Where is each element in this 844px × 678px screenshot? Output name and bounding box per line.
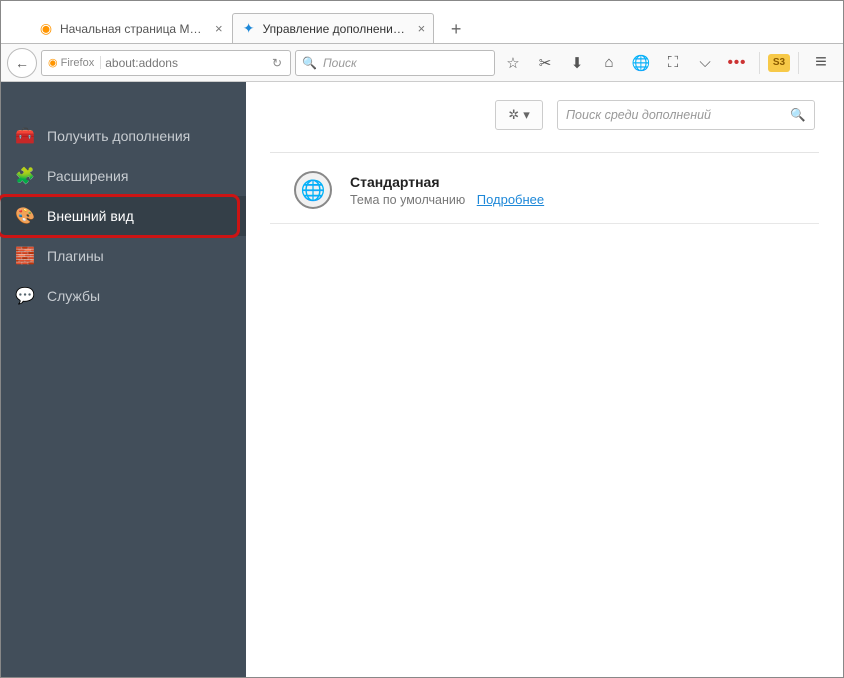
addon-search-input[interactable]: Поиск среди дополнений 🔍 (557, 100, 815, 130)
app-menu-button[interactable]: ≡ (807, 49, 835, 77)
addons-icon: ✦ (241, 21, 257, 37)
globe-button[interactable]: 🌐 (627, 49, 655, 77)
addon-search-placeholder: Поиск среди дополнений (566, 108, 711, 122)
search-placeholder: Поиск (323, 56, 357, 70)
gear-icon: ✲ (508, 107, 519, 123)
tab-strip: ◉ Начальная страница Mo... × ✦ Управлени… (1, 10, 843, 44)
sidebar-item-label: Расширения (47, 168, 128, 184)
cut-button[interactable]: ✂ (531, 49, 559, 77)
close-icon[interactable]: × (215, 21, 223, 36)
toolbar-separator (798, 52, 799, 74)
addons-sidebar: 🧰 Получить дополнения 🧩 Расширения 🎨 Вне… (1, 82, 246, 677)
sidebar-item-get-addons[interactable]: 🧰 Получить дополнения (1, 116, 246, 156)
sidebar-item-label: Внешний вид (47, 208, 134, 224)
sidebar-item-label: Плагины (47, 248, 104, 264)
sidebar-item-label: Получить дополнения (47, 128, 190, 144)
tab-label: Начальная страница Mo... (60, 22, 205, 36)
tools-menu-button[interactable]: ✲ ▾ (495, 100, 543, 130)
sidebar-item-extensions[interactable]: 🧩 Расширения (1, 156, 246, 196)
theme-title: Стандартная (350, 174, 544, 190)
identity-box[interactable]: ◉ Firefox (46, 56, 101, 69)
box-icon: 🧰 (15, 126, 35, 146)
search-bar[interactable]: 🔍 Поиск (295, 50, 495, 76)
sidebar-item-appearance[interactable]: 🎨 Внешний вид (1, 196, 246, 236)
puzzle-icon: 🧩 (15, 166, 35, 186)
sidebar-item-plugins[interactable]: 🧱 Плагины (1, 236, 246, 276)
sidebar-item-label: Службы (47, 288, 100, 304)
reload-button[interactable]: ↻ (268, 56, 286, 70)
search-icon[interactable]: 🔍 (790, 108, 806, 123)
search-icon: 🔍 (302, 56, 317, 70)
close-icon[interactable]: × (418, 21, 426, 36)
toolbar-separator (759, 52, 760, 74)
nav-toolbar: ← ◉ Firefox about:addons ↻ 🔍 Поиск ☆ ✂ ⬇… (1, 44, 843, 82)
divider (270, 152, 819, 153)
addons-main: ✲ ▾ Поиск среди дополнений 🔍 🌐 Стандартн… (246, 82, 843, 677)
tab-label: Управление дополнения... (263, 22, 408, 36)
pocket-button[interactable]: ⌵ (691, 49, 719, 77)
theme-list-item[interactable]: 🌐 Стандартная Тема по умолчанию Подробне… (270, 167, 819, 224)
url-bar[interactable]: ◉ Firefox about:addons ↻ (41, 50, 291, 76)
home-button[interactable]: ⌂ (595, 49, 623, 77)
theme-more-link[interactable]: Подробнее (477, 192, 544, 207)
palette-icon: 🎨 (15, 206, 35, 226)
back-button[interactable]: ← (7, 48, 37, 78)
fullscreen-button[interactable]: ⛶ (659, 49, 687, 77)
firefox-icon: ◉ (38, 21, 54, 37)
new-tab-button[interactable]: + (442, 15, 470, 43)
tab-home[interactable]: ◉ Начальная страница Mo... × (29, 13, 232, 43)
addons-toolbar: ✲ ▾ Поиск среди дополнений 🔍 (270, 100, 819, 130)
identity-label: Firefox (61, 57, 95, 69)
globe-icon: 🌐 (294, 171, 332, 209)
theme-text: Стандартная Тема по умолчанию Подробнее (350, 174, 544, 207)
tab-addons[interactable]: ✦ Управление дополнения... × (232, 13, 435, 43)
chevron-down-icon: ▾ (523, 107, 530, 123)
more-button[interactable]: ••• (723, 49, 751, 77)
s3-button[interactable]: S3 (768, 54, 790, 72)
chat-icon: 💬 (15, 286, 35, 306)
sidebar-item-services[interactable]: 💬 Службы (1, 276, 246, 316)
url-text: about:addons (105, 56, 178, 70)
bookmark-button[interactable]: ☆ (499, 49, 527, 77)
firefox-icon: ◉ (48, 56, 58, 69)
theme-subtitle: Тема по умолчанию (350, 193, 465, 207)
downloads-button[interactable]: ⬇ (563, 49, 591, 77)
brick-icon: 🧱 (15, 246, 35, 266)
